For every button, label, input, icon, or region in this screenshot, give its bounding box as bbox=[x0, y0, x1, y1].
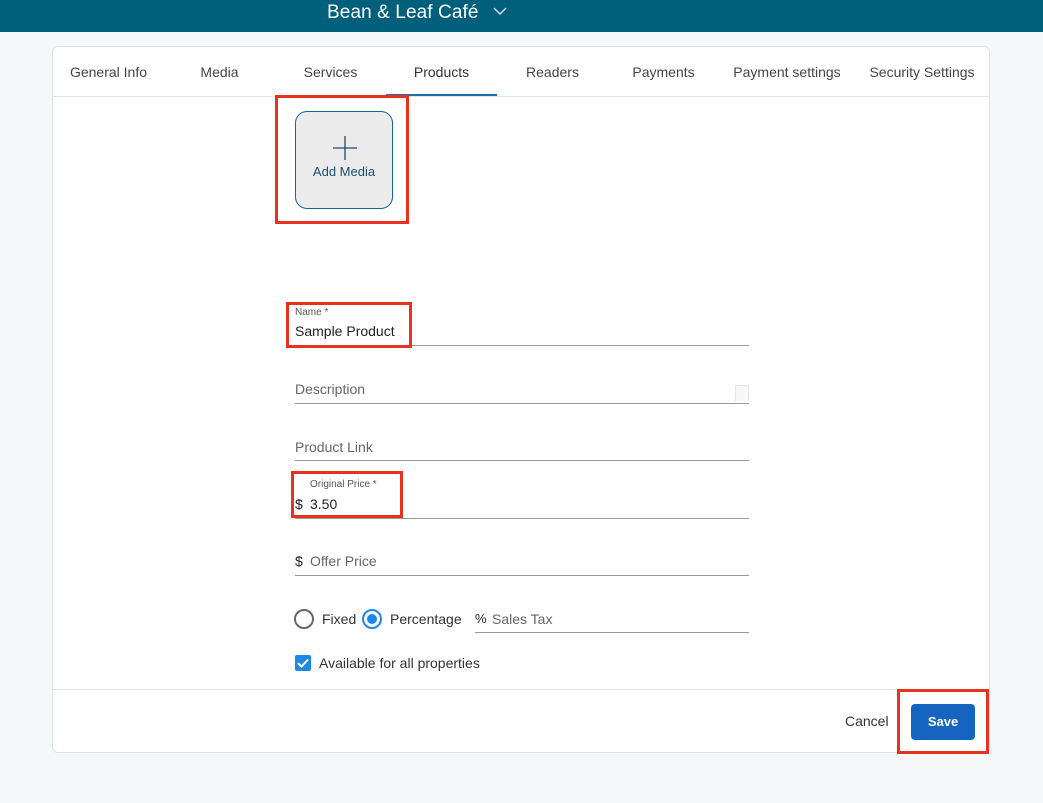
name-field-value: Sample Product bbox=[295, 323, 395, 339]
textarea-resize-handle[interactable] bbox=[735, 385, 749, 401]
description-placeholder: Description bbox=[295, 381, 366, 397]
tab-products[interactable]: Products bbox=[386, 47, 497, 97]
add-media-button[interactable]: Add Media bbox=[295, 111, 393, 209]
percentage-radio-label: Percentage bbox=[390, 611, 462, 627]
percentage-radio[interactable] bbox=[362, 609, 382, 629]
fixed-radio[interactable] bbox=[294, 609, 314, 629]
product-link-field[interactable]: Product Link bbox=[295, 435, 749, 461]
sales-tax-placeholder: Sales Tax bbox=[492, 611, 553, 627]
available-all-checkbox[interactable] bbox=[295, 655, 311, 671]
percent-symbol: % bbox=[475, 611, 487, 626]
tab-readers[interactable]: Readers bbox=[497, 47, 608, 97]
business-title[interactable]: Bean & Leaf Café bbox=[327, 2, 479, 24]
tab-security-settings[interactable]: Security Settings bbox=[855, 47, 989, 97]
currency-symbol: $ bbox=[295, 496, 303, 512]
cancel-button[interactable]: Cancel bbox=[845, 713, 889, 729]
original-price-field[interactable]: Original Price * $ 3.50 bbox=[295, 478, 749, 519]
footer-divider bbox=[53, 689, 989, 690]
plus-icon bbox=[333, 136, 357, 160]
product-link-placeholder: Product Link bbox=[295, 439, 373, 455]
name-field[interactable]: Name * Sample Product bbox=[295, 306, 749, 346]
product-editor-card: General Info Media Services Products Rea… bbox=[52, 46, 990, 753]
tab-media[interactable]: Media bbox=[164, 47, 275, 97]
save-button[interactable]: Save bbox=[911, 704, 975, 740]
original-price-label: Original Price * bbox=[310, 479, 377, 490]
chevron-down-icon[interactable] bbox=[493, 4, 507, 18]
top-header: Bean & Leaf Café bbox=[0, 0, 1043, 32]
offer-price-field[interactable]: $ Offer Price bbox=[295, 549, 749, 576]
checkmark-icon bbox=[297, 658, 309, 668]
tab-payments[interactable]: Payments bbox=[608, 47, 719, 97]
sales-tax-field[interactable]: % Sales Tax bbox=[475, 607, 749, 633]
add-media-label: Add Media bbox=[312, 164, 376, 179]
name-field-label: Name * bbox=[295, 307, 329, 318]
offer-price-placeholder: Offer Price bbox=[310, 553, 377, 569]
description-field[interactable]: Description bbox=[295, 377, 749, 404]
tab-bar: General Info Media Services Products Rea… bbox=[53, 47, 989, 97]
offer-currency-symbol: $ bbox=[295, 553, 303, 569]
tab-payment-settings[interactable]: Payment settings bbox=[719, 47, 855, 97]
original-price-value: 3.50 bbox=[310, 496, 338, 512]
tab-services[interactable]: Services bbox=[275, 47, 386, 97]
active-tab-indicator bbox=[386, 94, 497, 96]
tab-general-info[interactable]: General Info bbox=[53, 47, 164, 97]
fixed-radio-label: Fixed bbox=[322, 611, 357, 627]
available-all-label: Available for all properties bbox=[319, 655, 480, 671]
